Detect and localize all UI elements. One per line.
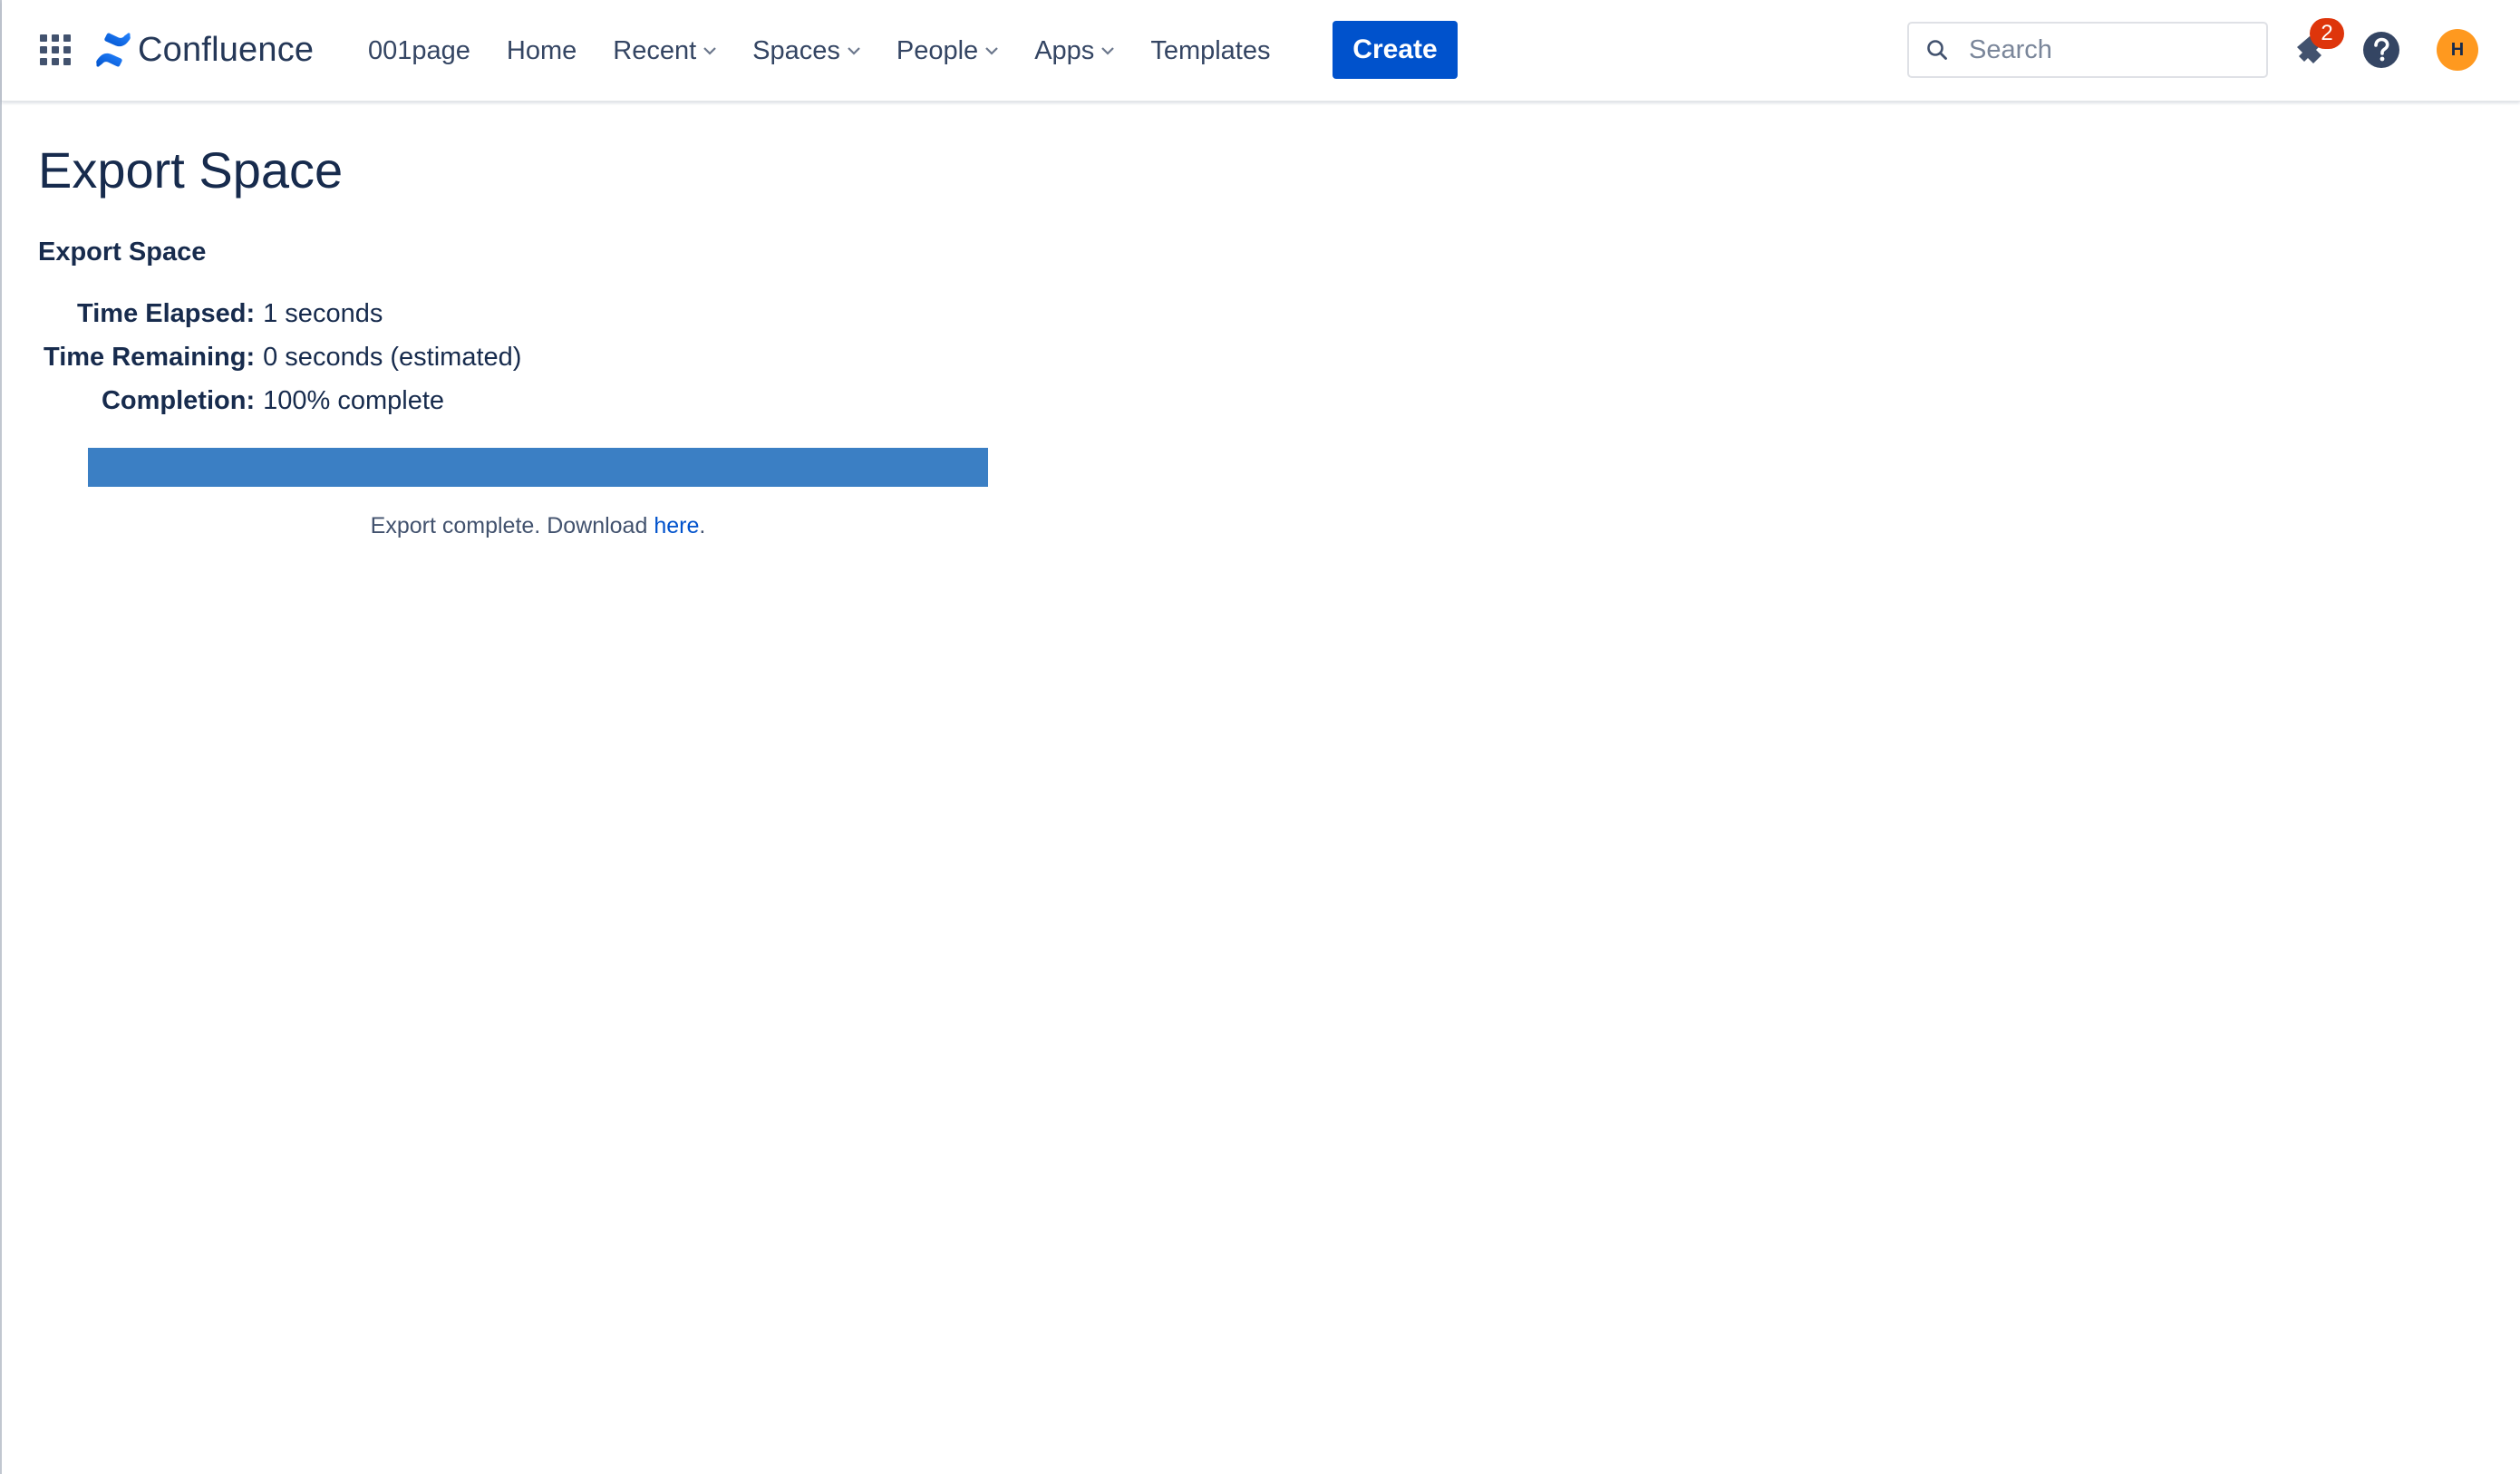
avatar[interactable]: H	[2437, 29, 2478, 71]
nav-item-label: Recent	[613, 35, 697, 65]
nav-item-label: People	[896, 35, 979, 65]
info-row-completion: Completion: 100% complete	[44, 379, 521, 422]
info-label: Time Elapsed:	[77, 298, 256, 328]
top-navigation-bar: Confluence 001page Home Recent Spaces Pe…	[2, 0, 2520, 102]
nav-item-templates[interactable]: Templates	[1150, 36, 1270, 66]
nav-item-apps[interactable]: Apps	[1034, 35, 1115, 66]
chevron-down-icon	[848, 47, 860, 55]
search-icon	[1927, 40, 1947, 60]
confluence-logo[interactable]: Confluence	[96, 27, 314, 73]
page: Confluence 001page Home Recent Spaces Pe…	[0, 0, 2520, 1474]
nav-item-label: Spaces	[752, 35, 840, 65]
create-button[interactable]: Create	[1333, 21, 1458, 79]
info-label: Completion:	[101, 385, 256, 415]
nav-item-recent[interactable]: Recent	[613, 36, 716, 66]
nav-item-label: 001page	[368, 35, 470, 65]
info-value: 100% complete	[263, 385, 445, 415]
nav-item-001page[interactable]: 001page	[368, 36, 470, 66]
nav-item-label: Templates	[1150, 35, 1271, 65]
confluence-logo-icon	[96, 33, 131, 67]
status-suffix: .	[699, 513, 706, 538]
progress-bar-fill	[88, 448, 988, 487]
help-icon[interactable]	[2362, 31, 2400, 69]
chevron-down-icon	[985, 47, 998, 55]
info-value: 1 seconds	[263, 298, 383, 328]
page-title: Export Space	[38, 141, 344, 199]
chevron-down-icon	[703, 47, 716, 55]
export-info-table: Time Elapsed: 1 seconds Time Remaining: …	[44, 292, 521, 422]
nav-item-home[interactable]: Home	[507, 36, 577, 66]
download-link[interactable]: here	[654, 513, 699, 538]
nav-item-label: Apps	[1034, 35, 1095, 65]
info-label: Time Remaining:	[44, 342, 256, 372]
info-row-time-elapsed: Time Elapsed: 1 seconds	[44, 292, 521, 335]
app-switcher-icon[interactable]	[40, 34, 71, 65]
status-text: Export complete. Download	[370, 513, 654, 538]
notification-badge: 2	[2310, 18, 2344, 49]
product-name: Confluence	[138, 30, 315, 69]
info-value: 0 seconds (estimated)	[263, 342, 522, 372]
nav-item-label: Home	[506, 35, 577, 65]
main-nav: 001page Home Recent Spaces People Apps T…	[368, 22, 1306, 80]
progress-bar	[88, 448, 988, 487]
info-row-time-remaining: Time Remaining: 0 seconds (estimated)	[44, 335, 521, 379]
search-input[interactable]	[1967, 34, 2243, 66]
chevron-down-icon	[1101, 47, 1115, 55]
export-status: Export complete. Download here.	[88, 513, 988, 539]
nav-item-spaces[interactable]: Spaces	[752, 36, 860, 66]
search-box[interactable]	[1907, 22, 2268, 78]
nav-item-people[interactable]: People	[897, 36, 998, 66]
section-title: Export Space	[38, 238, 207, 267]
